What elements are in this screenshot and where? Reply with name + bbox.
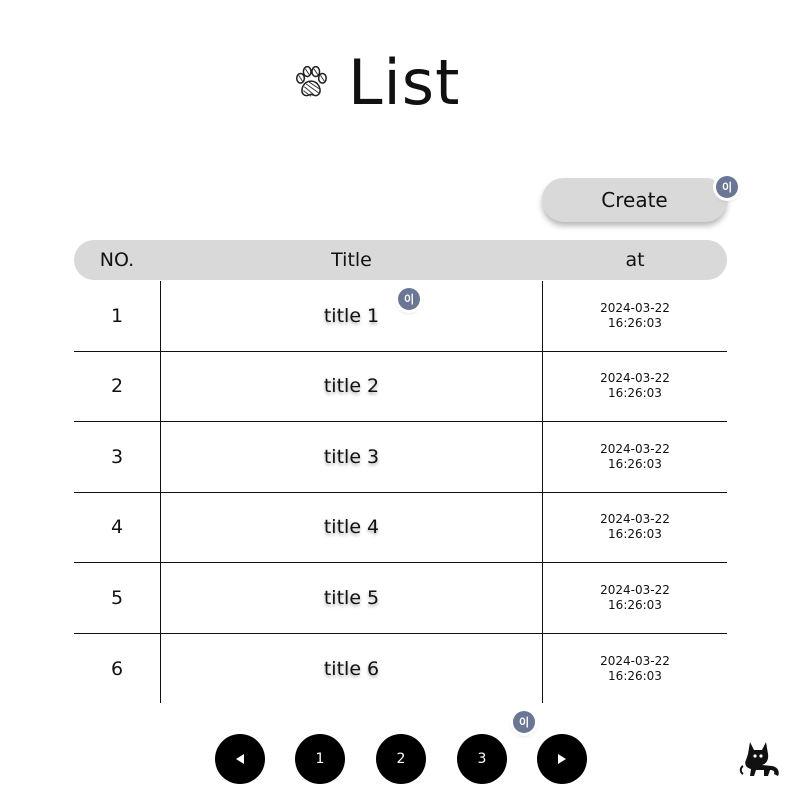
table-row[interactable]: 2 title 2 2024-03-22 16:26:03 <box>74 352 727 422</box>
column-header-no: NO. <box>99 249 135 271</box>
row-number: 6 <box>110 657 124 680</box>
row-date: 2024-03-22 <box>600 300 670 315</box>
column-header-title: Title <box>331 249 372 271</box>
table-row[interactable]: 6 title 6 2024-03-22 16:26:03 <box>74 634 727 705</box>
triangle-right-icon <box>558 754 566 764</box>
column-divider <box>542 281 543 703</box>
table-row[interactable]: 5 title 5 2024-03-22 16:26:03 <box>74 563 727 634</box>
column-divider <box>160 281 161 703</box>
row-time: 16:26:03 <box>608 668 662 683</box>
row-number: 1 <box>110 304 124 327</box>
create-button[interactable]: Create <box>542 178 727 222</box>
row-date: 2024-03-22 <box>600 441 670 456</box>
page-header: List <box>292 52 460 114</box>
row-time: 16:26:03 <box>608 456 662 471</box>
row-date: 2024-03-22 <box>600 653 670 668</box>
row-timestamp: 2024-03-22 16:26:03 <box>543 493 727 563</box>
table-row[interactable]: 4 title 4 2024-03-22 16:26:03 <box>74 493 727 563</box>
user-avatar: 이 <box>716 176 738 198</box>
row-title-link[interactable]: title 2 <box>160 352 543 422</box>
column-header-at: at <box>625 249 645 271</box>
row-timestamp: 2024-03-22 16:26:03 <box>543 422 727 492</box>
table-body: 1 title 1 2024-03-22 16:26:03 2 title 2 … <box>74 281 727 704</box>
row-time: 16:26:03 <box>608 386 662 401</box>
user-avatar: 이 <box>398 288 420 310</box>
row-title-link[interactable]: title 3 <box>160 422 543 492</box>
user-avatar: 이 <box>513 711 535 733</box>
row-number: 3 <box>110 445 124 468</box>
row-timestamp: 2024-03-22 16:26:03 <box>543 352 727 422</box>
row-title-link[interactable]: title 5 <box>160 563 543 633</box>
triangle-left-icon <box>236 754 244 764</box>
page-button-1[interactable]: 1 <box>295 734 345 784</box>
next-page-button[interactable] <box>537 734 587 784</box>
row-timestamp: 2024-03-22 16:26:03 <box>543 634 727 705</box>
prev-page-button[interactable] <box>215 734 265 784</box>
row-time: 16:26:03 <box>608 597 662 612</box>
black-cat-icon <box>739 742 779 776</box>
row-date: 2024-03-22 <box>600 582 670 597</box>
page-button-2[interactable]: 2 <box>376 734 426 784</box>
row-timestamp: 2024-03-22 16:26:03 <box>543 563 727 633</box>
row-title-link[interactable]: title 4 <box>160 493 543 563</box>
page-button-3[interactable]: 3 <box>457 734 507 784</box>
row-number: 5 <box>110 586 124 609</box>
row-time: 16:26:03 <box>608 527 662 542</box>
table-row[interactable]: 3 title 3 2024-03-22 16:26:03 <box>74 422 727 493</box>
row-title-link[interactable]: title 1 <box>160 281 543 351</box>
row-title-link[interactable]: title 6 <box>160 634 543 705</box>
row-number: 4 <box>110 516 124 539</box>
row-timestamp: 2024-03-22 16:26:03 <box>543 281 727 351</box>
table-header: NO. Title at <box>74 240 727 280</box>
paw-icon <box>295 65 327 97</box>
row-time: 16:26:03 <box>608 315 662 330</box>
row-number: 2 <box>110 375 124 398</box>
row-date: 2024-03-22 <box>600 371 670 386</box>
page-title: List <box>348 46 461 119</box>
row-date: 2024-03-22 <box>600 512 670 527</box>
